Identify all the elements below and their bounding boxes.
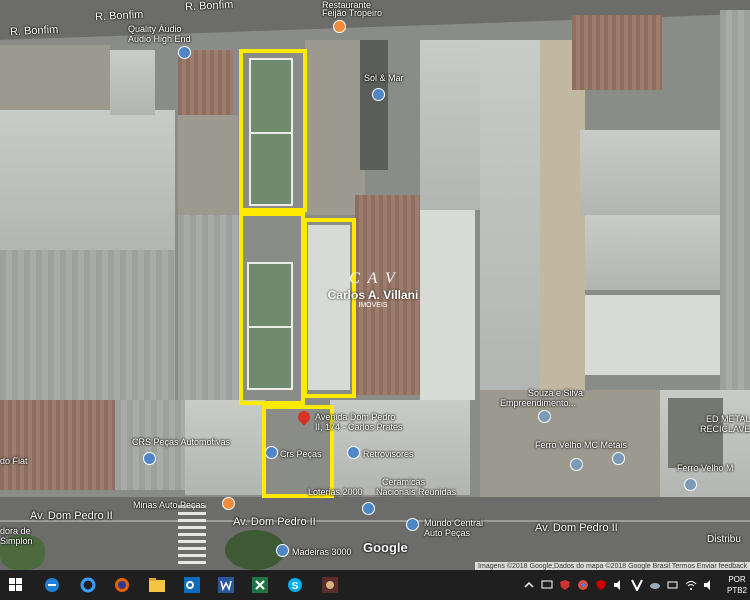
- building-roof: [572, 15, 662, 90]
- mcafee-icon[interactable]: [594, 575, 608, 595]
- poi-label[interactable]: Madeiras 3000: [292, 547, 352, 557]
- start-button[interactable]: [6, 575, 26, 595]
- crosswalk: [178, 505, 206, 565]
- file-explorer-icon[interactable]: [147, 575, 167, 595]
- poi-label[interactable]: Crs Peças: [280, 449, 322, 459]
- poi-label[interactable]: Audio High End: [128, 34, 191, 44]
- internet-explorer-icon[interactable]: [78, 575, 98, 595]
- battery-icon[interactable]: [666, 575, 680, 595]
- shop-icon[interactable]: [362, 502, 375, 515]
- address-label: Avenida Dom Pedro: [315, 412, 396, 422]
- business-icon[interactable]: [612, 452, 625, 465]
- highlight-lot-1[interactable]: [239, 49, 307, 212]
- building-roof: [585, 215, 730, 290]
- street-label-dom-pedro: Av. Dom Pedro II: [30, 510, 113, 522]
- wifi-icon[interactable]: [684, 575, 698, 595]
- chrome-icon[interactable]: [576, 575, 590, 595]
- skype-icon[interactable]: S: [285, 575, 305, 595]
- lot: [0, 45, 110, 110]
- poi-label[interactable]: do Fiat: [0, 456, 28, 466]
- excel-icon[interactable]: [250, 575, 270, 595]
- satellite-map[interactable]: R. Bonfim R. Bonfim R. Bonfim Av. Dom Pe…: [0, 0, 750, 570]
- street-label-bonfim: R. Bonfim: [9, 23, 59, 39]
- shop-icon[interactable]: [406, 518, 419, 531]
- shop-icon[interactable]: [276, 544, 289, 557]
- poi-label[interactable]: Loterias 2000: [308, 487, 363, 497]
- building-roof: [420, 40, 480, 210]
- street-label-dom-pedro: Av. Dom Pedro II: [535, 522, 618, 534]
- poi-label[interactable]: RECICLAVE: [700, 424, 750, 434]
- svg-text:S: S: [292, 581, 299, 592]
- building-roof: [178, 215, 240, 400]
- shop-icon[interactable]: [372, 88, 385, 101]
- shop-icon[interactable]: [265, 446, 278, 459]
- poi-label[interactable]: Feijão Tropeiro: [322, 8, 382, 18]
- business-icon[interactable]: [538, 410, 551, 423]
- poi-label[interactable]: Auto Peças: [424, 528, 470, 538]
- shield-icon[interactable]: [558, 575, 572, 595]
- av-dom-pedro-ii-road: [0, 497, 750, 570]
- poi-label[interactable]: Sol & Mar: [364, 73, 404, 83]
- outlook-icon[interactable]: [182, 575, 202, 595]
- poi-label[interactable]: Empreendimento...: [500, 398, 576, 408]
- building-roof: [0, 400, 115, 490]
- poi-label[interactable]: Mundo Central: [424, 518, 483, 528]
- network-icon[interactable]: [540, 575, 554, 595]
- building-roof: [420, 210, 475, 400]
- building-roof: [720, 10, 750, 390]
- app-icon[interactable]: [320, 575, 340, 595]
- shop-icon[interactable]: [178, 46, 191, 59]
- shop-icon[interactable]: [347, 446, 360, 459]
- poi-label[interactable]: ED METAL: [706, 414, 750, 424]
- watermark-logo: C A V Carlos A. Villani IMÓVEIS: [327, 270, 419, 309]
- lot: [305, 40, 365, 215]
- highlight-lot-2[interactable]: [239, 212, 305, 405]
- street-label-bonfim: R. Bonfim: [94, 8, 144, 24]
- house-roof: [178, 50, 233, 115]
- building-roof: [185, 400, 265, 495]
- warehouse-roof: [0, 110, 175, 250]
- google-logo: Google: [363, 540, 408, 555]
- address-label: II, 174 - Carlos Prates: [315, 422, 403, 432]
- edge-icon[interactable]: [42, 575, 62, 595]
- building-roof: [585, 295, 735, 375]
- poi-label[interactable]: Retrovisores: [363, 449, 414, 459]
- firefox-icon[interactable]: [112, 575, 132, 595]
- shop-icon[interactable]: [222, 497, 235, 510]
- poi-label[interactable]: Nacionais Reunidas: [376, 487, 456, 497]
- word-icon[interactable]: [216, 575, 236, 595]
- shop-icon[interactable]: [143, 452, 156, 465]
- lot: [178, 115, 238, 215]
- poi-label[interactable]: Quality Áudio: [128, 24, 182, 34]
- poi-label[interactable]: Souza e Silva: [528, 388, 583, 398]
- poi-label[interactable]: Ceramicas: [382, 477, 425, 487]
- poi-label[interactable]: Ferro Velho M: [677, 463, 734, 473]
- street-label-distribu: Distribu: [707, 534, 741, 545]
- building-roof: [360, 40, 388, 170]
- volume-icon[interactable]: [612, 575, 626, 595]
- poi-label[interactable]: Ferro Velho MC Metais: [535, 440, 627, 450]
- poi-label[interactable]: dora de: [0, 526, 31, 536]
- restaurant-icon[interactable]: [333, 20, 346, 33]
- building-roof: [110, 50, 155, 115]
- chevron-up-icon[interactable]: [522, 575, 536, 595]
- language-indicator[interactable]: POR PTB2: [724, 574, 750, 596]
- speaker-icon[interactable]: [702, 575, 716, 595]
- windows-taskbar: S POR PTB2: [0, 570, 750, 600]
- poi-label[interactable]: CRS Peças Automotivas: [132, 437, 230, 447]
- building-roof: [580, 130, 725, 215]
- v-app-icon[interactable]: [630, 575, 644, 595]
- business-icon[interactable]: [684, 478, 697, 491]
- business-icon[interactable]: [570, 458, 583, 471]
- warehouse-roof: [0, 250, 175, 400]
- street-label-dom-pedro: Av. Dom Pedro II: [233, 516, 316, 528]
- poi-label[interactable]: Simplon: [0, 536, 33, 546]
- cloud-icon[interactable]: [648, 575, 662, 595]
- poi-label[interactable]: Minas Auto Peças: [133, 500, 205, 510]
- building-roof: [480, 40, 545, 400]
